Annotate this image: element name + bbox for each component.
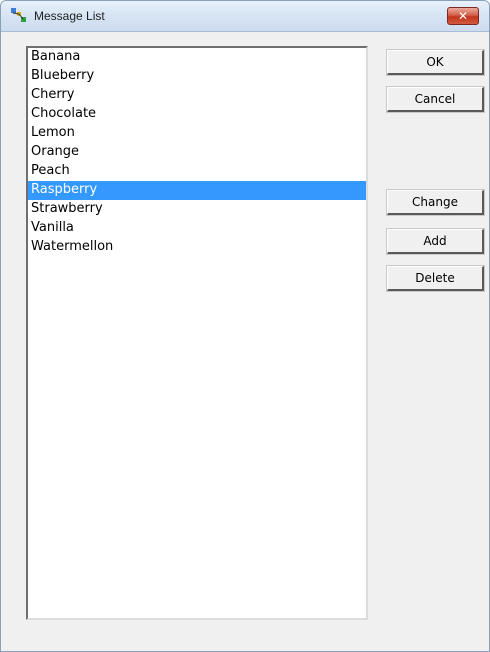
list-item[interactable]: Banana — [28, 48, 366, 67]
app-icon — [11, 8, 26, 22]
ok-button[interactable]: OK — [386, 49, 485, 76]
change-button[interactable]: Change — [386, 189, 485, 216]
message-listbox[interactable]: Banana Blueberry Cherry Chocolate Lemon Orang… — [26, 46, 368, 620]
list-item[interactable]: Raspberry — [28, 181, 366, 200]
list-item[interactable]: Lemon — [28, 124, 366, 143]
list-item[interactable]: Watermellon — [28, 238, 366, 257]
list-item[interactable]: Strawberry — [28, 200, 366, 219]
list-item[interactable]: Orange — [28, 143, 366, 162]
cancel-button[interactable]: Cancel — [386, 86, 485, 113]
close-button[interactable]: ✕ — [447, 7, 479, 25]
list-item[interactable]: Blueberry — [28, 67, 366, 86]
list-item[interactable]: Chocolate — [28, 105, 366, 124]
add-button[interactable]: Add — [386, 228, 485, 255]
title-bar[interactable]: Message List ✕ — [1, 1, 489, 32]
window-title: Message List — [34, 9, 105, 23]
message-list-dialog: Message List ✕ Banana Blueberry Cherry Choc… — [0, 0, 490, 652]
list-item[interactable]: Vanilla — [28, 219, 366, 238]
list-item[interactable]: Peach — [28, 162, 366, 181]
dialog-client-area: Banana Blueberry Cherry Chocolate Lemon Orang… — [1, 32, 489, 651]
list-item[interactable]: Cherry — [28, 86, 366, 105]
delete-button[interactable]: Delete — [386, 265, 485, 292]
close-icon: ✕ — [457, 9, 469, 23]
